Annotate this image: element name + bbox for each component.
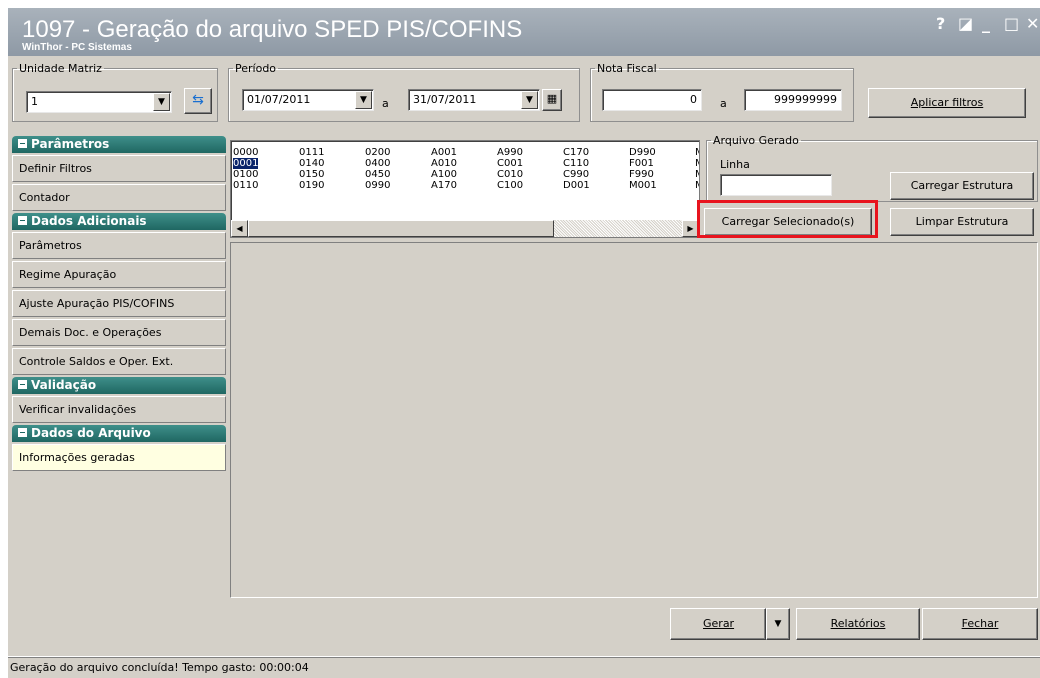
register-column: D990 F001 F990 M001 xyxy=(629,147,657,191)
register-column: 0000 0001 0100 0110 xyxy=(233,147,259,191)
horizontal-scrollbar[interactable]: ◀ ▶ xyxy=(231,220,699,237)
list-item[interactable]: M xyxy=(695,180,699,191)
section-header-parametros[interactable]: Parâmetros xyxy=(12,136,226,153)
linha-label: Linha xyxy=(720,158,750,171)
periodo-to-dropdown-icon[interactable]: ▼ xyxy=(521,91,538,109)
register-column: 0200 0400 0450 0990 xyxy=(365,147,390,191)
list-item[interactable]: 0110 xyxy=(233,180,258,191)
list-item[interactable]: M xyxy=(695,169,699,180)
list-item[interactable]: 0100 xyxy=(233,169,258,180)
register-column: 0111 0140 0150 0190 xyxy=(299,147,324,191)
section-header-dados-arquivo[interactable]: Dados do Arquivo xyxy=(12,425,226,442)
unidade-dropdown-icon[interactable]: ▼ xyxy=(153,93,170,111)
list-item-selected[interactable]: 0001 xyxy=(233,158,259,169)
scroll-left-icon[interactable]: ◀ xyxy=(231,220,248,237)
nota-fiscal-label: Nota Fiscal xyxy=(597,62,657,75)
reports-button[interactable]: Relatórios xyxy=(796,608,920,640)
client-area: Unidade Matriz 1 ▼ ⇆ Período 01/07/2011 … xyxy=(8,56,1040,656)
list-item[interactable]: 0190 xyxy=(299,180,324,191)
list-item[interactable]: C170 xyxy=(563,147,590,158)
list-item[interactable]: F990 xyxy=(629,169,657,180)
list-item[interactable]: C100 xyxy=(497,180,523,191)
list-item[interactable]: A100 xyxy=(431,169,457,180)
linha-input[interactable] xyxy=(720,174,832,196)
status-bar: Geração do arquivo concluída! Tempo gast… xyxy=(8,657,1040,678)
list-item[interactable]: 0990 xyxy=(365,180,390,191)
register-column: A990 C001 C010 C100 xyxy=(497,147,523,191)
sidebar-item-ajuste-apuracao[interactable]: Ajuste Apuração PIS/COFINS xyxy=(12,290,226,317)
maximize-icon[interactable]: □ xyxy=(1004,14,1019,33)
apply-filters-button[interactable]: Aplicar filtros xyxy=(868,88,1026,118)
register-column: A001 A010 A100 A170 xyxy=(431,147,457,191)
periodo-label: Período xyxy=(235,62,277,75)
list-item[interactable]: C001 xyxy=(497,158,523,169)
list-item[interactable]: C990 xyxy=(563,169,590,180)
list-item[interactable]: 0150 xyxy=(299,169,324,180)
collapse-icon[interactable] xyxy=(18,380,27,389)
list-item[interactable]: A170 xyxy=(431,180,457,191)
minimize-icon[interactable]: _ xyxy=(982,14,990,33)
unidade-label: Unidade Matriz xyxy=(19,62,102,75)
collapse-icon[interactable] xyxy=(18,216,27,225)
close-icon[interactable]: ✕ xyxy=(1026,14,1039,33)
arquivo-gerado-label: Arquivo Gerado xyxy=(713,134,799,147)
list-item[interactable]: M xyxy=(695,158,699,169)
section-header-validacao[interactable]: Validação xyxy=(12,377,226,394)
title-bar: 1097 - Geração do arquivo SPED PIS/COFIN… xyxy=(8,8,1040,56)
scroll-thumb[interactable] xyxy=(248,220,554,237)
window-subtitle: WinThor - PC Sistemas xyxy=(22,42,132,53)
list-item[interactable]: C010 xyxy=(497,169,523,180)
list-item[interactable]: A990 xyxy=(497,147,523,158)
refresh-icon[interactable]: ⇆ xyxy=(184,88,212,114)
sidebar-item-regime-apuracao[interactable]: Regime Apuração xyxy=(12,261,226,288)
list-item[interactable]: 0140 xyxy=(299,158,324,169)
list-item[interactable]: 0400 xyxy=(365,158,390,169)
calendar-icon[interactable]: ▦ xyxy=(542,89,562,111)
sidebar-item-informacoes-geradas[interactable]: Informações geradas xyxy=(12,444,226,471)
restore-icon[interactable]: ◪ xyxy=(958,14,973,33)
register-column: M M M M xyxy=(695,147,699,191)
register-column: C170 C110 C990 D001 xyxy=(563,147,590,191)
periodo-separator: a xyxy=(382,97,389,110)
periodo-from-dropdown-icon[interactable]: ▼ xyxy=(355,91,372,109)
scroll-track[interactable] xyxy=(554,220,682,237)
unidade-input[interactable]: 1 xyxy=(26,91,172,113)
load-structure-button[interactable]: Carregar Estrutura xyxy=(890,172,1034,200)
sidebar-item-contador[interactable]: Contador xyxy=(12,184,226,211)
close-button[interactable]: Fechar xyxy=(922,608,1038,640)
list-item[interactable]: M001 xyxy=(629,180,657,191)
sidebar-item-definir-filtros[interactable]: Definir Filtros xyxy=(12,155,226,182)
sidebar-item-controle-saldos[interactable]: Controle Saldos e Oper. Ext. xyxy=(12,348,226,375)
window-title: 1097 - Geração do arquivo SPED PIS/COFIN… xyxy=(22,16,523,43)
list-item[interactable]: 0450 xyxy=(365,169,390,180)
list-item[interactable]: 0111 xyxy=(299,147,324,158)
section-header-dados-adicionais[interactable]: Dados Adicionais xyxy=(12,213,226,230)
sidebar-item-parametros[interactable]: Parâmetros xyxy=(12,232,226,259)
list-item[interactable]: D990 xyxy=(629,147,657,158)
list-item[interactable]: A001 xyxy=(431,147,457,158)
collapse-icon[interactable] xyxy=(18,428,27,437)
register-list[interactable]: 0000 0001 0100 0110 0111 0140 0150 0190 … xyxy=(230,140,700,238)
generate-button[interactable]: Gerar xyxy=(670,608,766,640)
list-item[interactable]: C110 xyxy=(563,158,590,169)
nf-to-input[interactable]: 999999999 xyxy=(744,89,842,111)
sidebar-item-verificar-invalidacoes[interactable]: Verificar invalidações xyxy=(12,396,226,423)
list-item[interactable]: D001 xyxy=(563,180,590,191)
nf-from-input[interactable]: 0 xyxy=(602,89,702,111)
nf-separator: a xyxy=(720,97,727,110)
help-icon[interactable]: ? xyxy=(936,14,945,33)
sidebar: Parâmetros Definir Filtros Contador Dado… xyxy=(12,136,226,646)
collapse-icon[interactable] xyxy=(18,139,27,148)
list-item[interactable]: 0200 xyxy=(365,147,390,158)
list-item[interactable]: 0000 xyxy=(233,147,258,158)
sidebar-item-demais-doc[interactable]: Demais Doc. e Operações xyxy=(12,319,226,346)
list-item[interactable]: F001 xyxy=(629,158,657,169)
list-item[interactable]: A010 xyxy=(431,158,457,169)
content-panel xyxy=(230,242,1038,598)
list-item[interactable]: M xyxy=(695,147,699,158)
generate-dropdown-icon[interactable]: ▼ xyxy=(766,608,790,640)
clear-structure-button[interactable]: Limpar Estrutura xyxy=(890,208,1034,236)
highlight-box xyxy=(697,200,878,238)
